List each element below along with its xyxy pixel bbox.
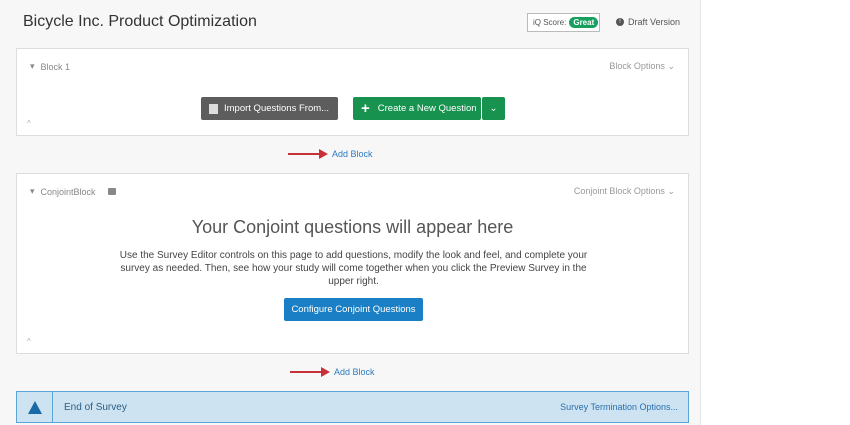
info-icon: !: [616, 18, 624, 26]
red-arrow-icon: [288, 149, 328, 159]
right-panel: [700, 0, 850, 425]
page-title: Bicycle Inc. Product Optimization: [23, 13, 257, 30]
plus-icon: +: [361, 100, 370, 117]
end-of-survey-label: End of Survey: [64, 401, 127, 413]
warning-icon: [17, 392, 53, 422]
add-block-label: Add Block: [334, 367, 375, 377]
chevron-down-icon: ⌄: [489, 103, 498, 114]
configure-conjoint-button[interactable]: Configure Conjoint Questions: [284, 298, 423, 321]
copy-icon: [209, 103, 218, 114]
conjoint-block-header[interactable]: ▾ ConjointBlock: [30, 186, 116, 197]
draft-label: Draft Version: [628, 17, 681, 27]
draft-version[interactable]: ! Draft Version: [616, 17, 680, 27]
iq-score-badge[interactable]: iQ Score: Great: [527, 13, 600, 32]
survey-termination-options[interactable]: Survey Termination Options...: [560, 402, 678, 412]
create-label: Create a New Question: [377, 103, 477, 114]
add-block-label: Add Block: [332, 149, 373, 159]
block-name: Block 1: [40, 61, 71, 72]
block-1: ▾ Block 1 Block Options ⌄ Import Question…: [16, 48, 689, 136]
iq-value: Great: [569, 17, 599, 28]
conjoint-block-options[interactable]: Conjoint Block Options ⌄: [574, 186, 675, 197]
end-of-survey-block[interactable]: End of Survey Survey Termination Options…: [16, 391, 689, 423]
conjoint-heading: Your Conjoint questions will appear here: [191, 217, 514, 237]
conjoint-block: ▾ ConjointBlock Conjoint Block Options ⌄ …: [16, 173, 689, 354]
chevron-down-icon: ⌄: [667, 186, 675, 196]
red-arrow-icon: [290, 367, 330, 377]
collapse-triangle-icon: ▾: [30, 61, 35, 71]
block-options-label: Block Options: [609, 61, 665, 71]
create-question-dropdown[interactable]: ⌄: [482, 97, 505, 120]
block-1-header[interactable]: ▾ Block 1: [30, 61, 70, 72]
collapse-triangle-icon: ▾: [30, 186, 35, 196]
collapse-caret-icon[interactable]: ^: [27, 337, 31, 346]
add-block-link-1[interactable]: Add Block: [288, 149, 373, 159]
block-name: ConjointBlock: [40, 186, 96, 197]
add-block-link-2[interactable]: Add Block: [290, 367, 375, 377]
conjoint-description: Use the Survey Editor controls on this p…: [119, 250, 588, 287]
create-question-button[interactable]: + Create a New Question: [353, 97, 481, 120]
conjoint-options-label: Conjoint Block Options: [573, 186, 665, 196]
import-questions-button[interactable]: Import Questions From...: [201, 97, 338, 120]
import-label: Import Questions From...: [224, 103, 330, 114]
iq-label: iQ Score:: [533, 18, 567, 27]
block-options[interactable]: Block Options ⌄: [609, 61, 675, 72]
lock-icon: [107, 188, 116, 195]
collapse-caret-icon[interactable]: ^: [27, 119, 31, 128]
chevron-down-icon: ⌄: [667, 61, 675, 71]
